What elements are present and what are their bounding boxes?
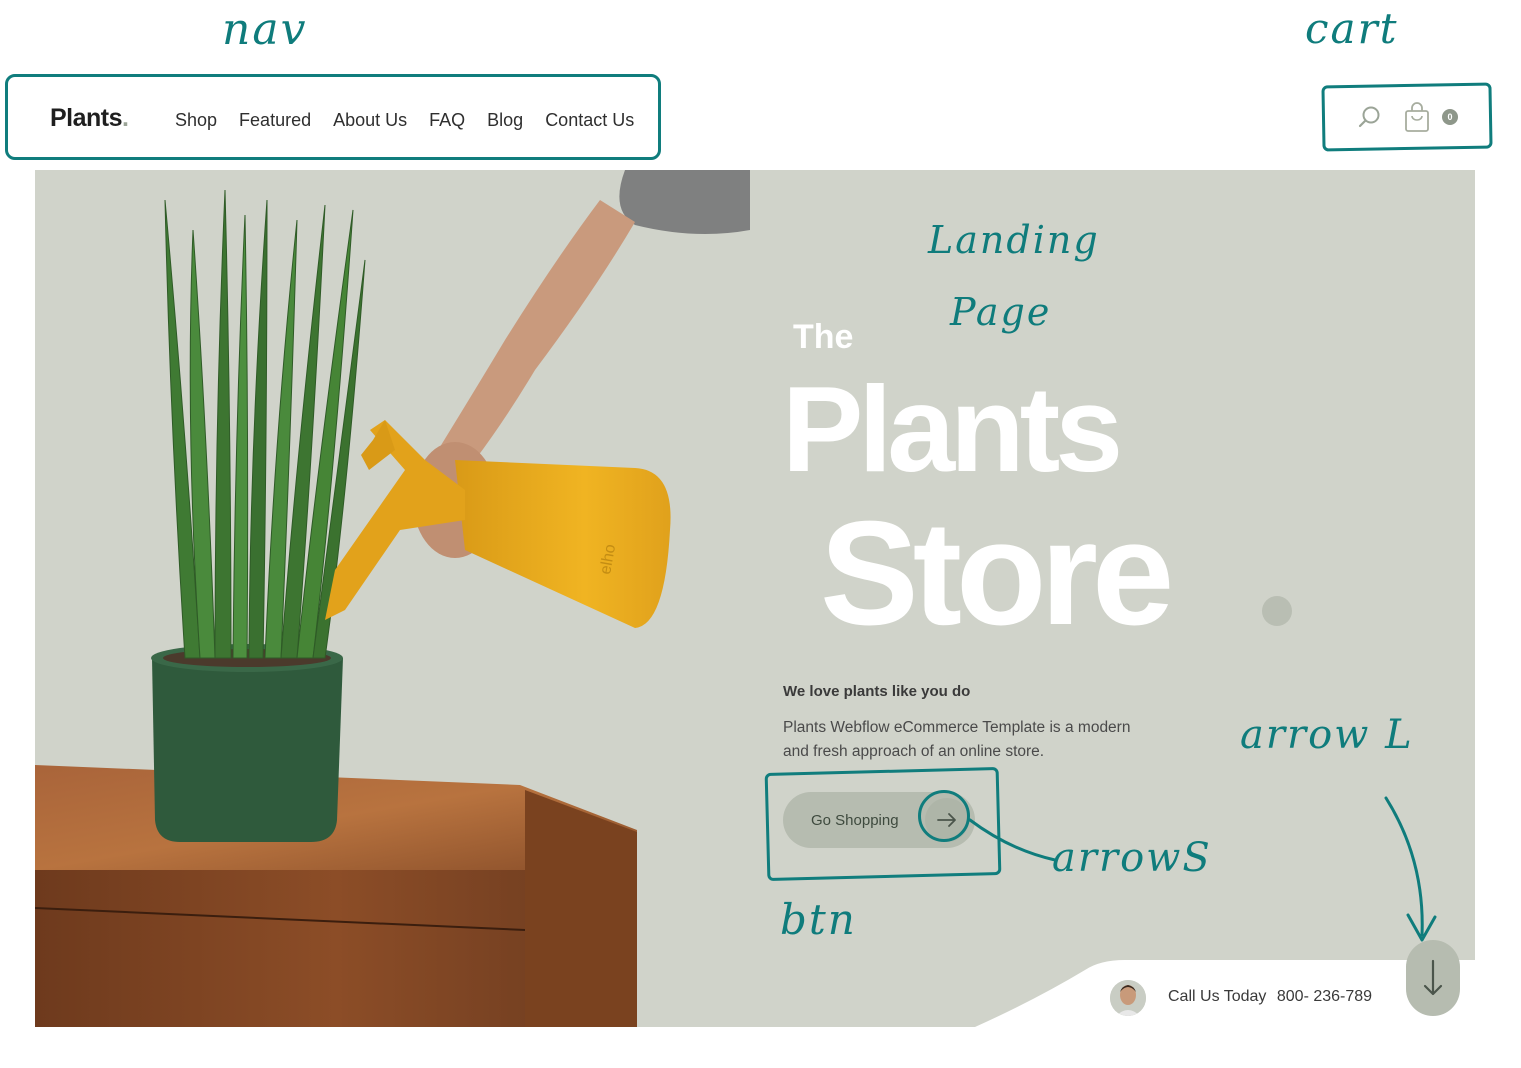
cart-count-badge: 0 [1442,109,1458,125]
hero-the: The [793,318,854,356]
hero-tagline: We love plants like you do [783,683,971,700]
annotation-btn: btn [780,895,857,944]
hero-section: elho [35,170,1475,1027]
logo-dot: . [122,104,129,132]
header-actions: 0 [1352,100,1458,134]
search-icon [1358,106,1380,128]
logo[interactable]: Plants. [50,104,129,133]
call-us-info: Call Us Today 800- 236-789 [1168,988,1378,1006]
annotation-cart: cart [1305,4,1399,53]
hero-description: Plants Webflow eCommerce Template is a m… [783,719,1131,760]
annotation-landing: Landing [928,218,1100,262]
annotation-nav: nav [222,4,308,55]
hero-title-dot [1262,596,1292,626]
logo-text: Plants [50,104,123,132]
annotation-arrows: arrowS [1052,835,1212,881]
hero-title-store: Store [820,491,1174,656]
nav-blog[interactable]: Blog [487,110,523,131]
call-us-label: Call Us Today [1168,988,1267,1005]
annotation-arrow-line [968,818,1057,862]
nav-about-us[interactable]: About Us [333,110,407,131]
annotation-arrow-l: arrow L [1240,712,1414,758]
scroll-down-button[interactable] [1406,940,1460,1016]
annotation-page: Page [950,290,1052,334]
nav-faq[interactable]: FAQ [429,110,465,131]
annotation-arrow-down [1384,796,1437,942]
cart-button[interactable] [1400,100,1434,134]
arrow-down-icon [1423,959,1443,996]
page: nav cart Plants. Shop Featured About Us … [0,0,1521,1068]
avatar [1110,980,1146,1016]
nav-shop[interactable]: Shop [175,110,217,131]
nav-contact-us[interactable]: Contact Us [545,110,634,131]
main-nav: Shop Featured About Us FAQ Blog Contact … [175,110,634,131]
phone-number[interactable]: 800- 236-789 [1277,988,1372,1005]
nav-featured[interactable]: Featured [239,110,311,131]
hero-photo: elho [35,170,750,1027]
search-button[interactable] [1352,100,1386,134]
shopping-bag-icon [1405,102,1429,132]
hero-title-plants: Plants [782,361,1123,497]
